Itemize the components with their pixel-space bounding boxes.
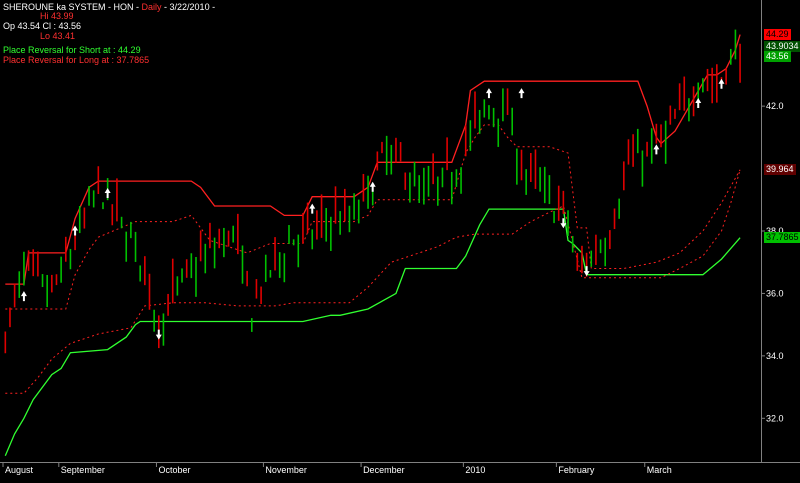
- x-tick-label: September: [61, 465, 105, 475]
- lower-stop-solid-path: [4, 208, 741, 457]
- lower-stop-solid-line: [4, 208, 741, 457]
- buy-arrow: [718, 78, 725, 89]
- sell-arrow: [155, 329, 162, 340]
- buy-arrow: [309, 203, 316, 214]
- upper-stop-dotted-line: [5, 124, 741, 310]
- x-tick-label: October: [158, 465, 190, 475]
- x-tick-label: March: [647, 465, 672, 475]
- buy-arrow: [369, 181, 376, 192]
- buy-arrow: [695, 97, 702, 108]
- x-tick-label: February: [558, 465, 595, 475]
- title-date: - 3/22/2010 -: [161, 2, 216, 12]
- y-axis: 32.034.036.038.042.0: [761, 101, 784, 423]
- price-tag: 37.7865: [764, 231, 800, 243]
- y-tick-label: 42.0: [766, 101, 784, 111]
- x-tick-label: November: [265, 465, 307, 475]
- buy-arrow: [485, 88, 492, 99]
- buy-arrow: [20, 291, 27, 302]
- price-tag: 44.29: [764, 28, 791, 40]
- price-tag: 43.56: [764, 51, 791, 63]
- y-tick-label: 32.0: [766, 413, 784, 423]
- upper-stop-solid-line: [5, 34, 741, 285]
- buy-arrow: [104, 188, 111, 199]
- x-tick-label: December: [363, 465, 405, 475]
- lo-value: Lo 43.41: [40, 31, 76, 41]
- chart-frame: [0, 0, 800, 463]
- chart-title: SHEROUNE ka SYSTEM - HON - Daily - 3/22/…: [3, 2, 215, 13]
- price-tag: 43.9034: [764, 40, 800, 52]
- buy-arrow: [518, 88, 525, 99]
- buy-arrow: [653, 144, 660, 155]
- upper-stop-dotted-path: [5, 124, 741, 310]
- title-period: Daily: [141, 2, 162, 12]
- upper-stop-solid-path: [5, 34, 741, 285]
- price-chart: 32.034.036.038.042.0 AugustSeptemberOcto…: [0, 0, 800, 475]
- price-tag: 39.964: [764, 163, 796, 175]
- long-reversal-text: Place Reversal for Long at : 37.7865: [3, 55, 150, 65]
- y-tick-label: 34.0: [766, 351, 784, 361]
- y-tick-label: 36.0: [766, 288, 784, 298]
- x-tick-label: 2010: [465, 465, 485, 475]
- x-tick-label: August: [5, 465, 34, 475]
- x-axis: August September October November December 20…: [2, 462, 672, 475]
